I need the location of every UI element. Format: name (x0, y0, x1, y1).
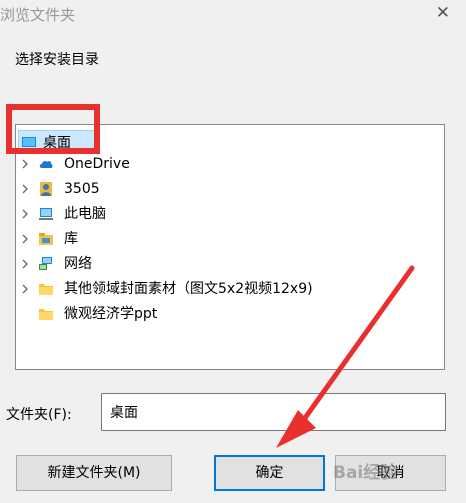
annotation-arrow-icon (276, 265, 415, 448)
watermark-text: Bai经验 (333, 463, 398, 483)
